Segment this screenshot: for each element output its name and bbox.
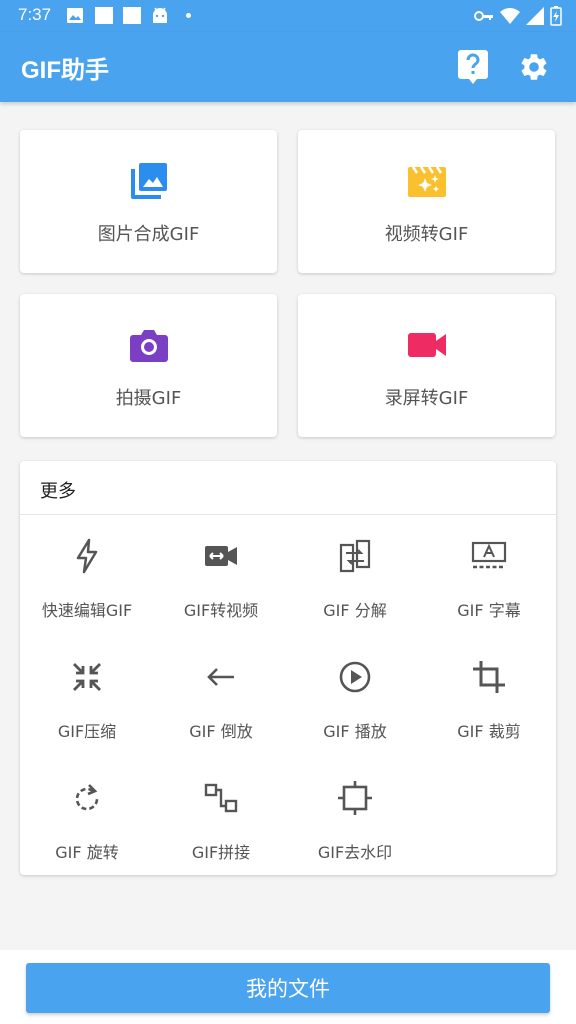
tool-label: GIF 分解 bbox=[323, 601, 387, 620]
tool-quick-edit[interactable]: 快速编辑GIF bbox=[20, 537, 154, 647]
image-icon bbox=[67, 8, 83, 23]
android-icon bbox=[153, 7, 167, 23]
arrow-back-icon bbox=[207, 668, 234, 686]
tool-label: GIF 旋转 bbox=[55, 843, 119, 862]
rotate-icon bbox=[75, 784, 99, 811]
video-convert-icon bbox=[205, 546, 237, 566]
more-title: 更多 bbox=[40, 481, 76, 502]
square-icon bbox=[123, 7, 141, 24]
tool-gif-remove-watermark[interactable]: GIF去水印 bbox=[288, 779, 422, 889]
camera-icon bbox=[129, 330, 168, 362]
settings-button[interactable] bbox=[516, 49, 552, 85]
tool-gif-crop[interactable]: GIF 裁剪 bbox=[422, 658, 556, 768]
help-button[interactable] bbox=[455, 49, 491, 85]
app-bar: GIF助手 bbox=[0, 32, 576, 102]
tool-label: 快速编辑GIF bbox=[41, 601, 133, 620]
bottom-bar: 我的文件 bbox=[0, 950, 576, 1024]
notification-dot bbox=[186, 13, 191, 18]
more-tools-card: 更多 快速编辑GIF GIF转视频 GIF 分解 GIF 字幕 GIF压缩 GI… bbox=[20, 461, 556, 875]
join-icon bbox=[204, 783, 238, 813]
tool-gif-subtitle[interactable]: GIF 字幕 bbox=[422, 537, 556, 647]
feature-card-video-to-gif[interactable]: 视频转GIF bbox=[298, 130, 555, 273]
signal-icon bbox=[526, 7, 544, 25]
feature-card-camera-gif[interactable]: 拍摄GIF bbox=[20, 294, 277, 437]
settings-icon bbox=[521, 54, 547, 80]
feature-label: 拍摄GIF bbox=[115, 388, 182, 409]
split-icon bbox=[339, 539, 371, 573]
tool-label: GIF转视频 bbox=[183, 601, 259, 620]
tool-gif-compress[interactable]: GIF压缩 bbox=[20, 658, 154, 768]
feature-label: 图片合成GIF bbox=[97, 224, 200, 245]
my-files-button[interactable]: 我的文件 bbox=[26, 963, 550, 1013]
status-bar: 7:37 bbox=[0, 0, 576, 32]
feature-card-images-to-gif[interactable]: 图片合成GIF bbox=[20, 130, 277, 273]
app-title: GIF助手 bbox=[21, 57, 109, 84]
divider bbox=[20, 514, 556, 515]
crop-icon bbox=[473, 661, 505, 693]
videocam-icon bbox=[407, 333, 446, 357]
vpn-key-icon bbox=[474, 11, 493, 21]
battery-charging-icon bbox=[550, 6, 562, 26]
flash-icon bbox=[76, 538, 98, 574]
tool-gif-to-video[interactable]: GIF转视频 bbox=[154, 537, 288, 647]
remove-watermark-icon bbox=[338, 781, 372, 815]
tool-gif-join[interactable]: GIF拼接 bbox=[154, 779, 288, 889]
wifi-icon bbox=[500, 8, 520, 24]
tool-label: GIF 裁剪 bbox=[457, 722, 521, 741]
status-time: 7:37 bbox=[18, 5, 52, 24]
movie-filter-icon bbox=[407, 166, 446, 197]
feature-label: 视频转GIF bbox=[384, 224, 469, 245]
feature-label: 录屏转GIF bbox=[384, 388, 469, 409]
tool-gif-split[interactable]: GIF 分解 bbox=[288, 537, 422, 647]
tool-label: GIF拼接 bbox=[191, 843, 251, 862]
tool-label: GIF 播放 bbox=[323, 722, 387, 741]
tool-gif-rotate[interactable]: GIF 旋转 bbox=[20, 779, 154, 889]
help-icon bbox=[458, 50, 488, 84]
tool-label: GIF 倒放 bbox=[189, 722, 253, 741]
play-circle-icon bbox=[339, 661, 371, 693]
tool-label: GIF去水印 bbox=[317, 843, 393, 862]
tool-gif-play[interactable]: GIF 播放 bbox=[288, 658, 422, 768]
feature-card-screen-record-gif[interactable]: 录屏转GIF bbox=[298, 294, 555, 437]
compress-icon bbox=[73, 663, 101, 691]
subtitle-icon bbox=[471, 541, 507, 569]
tool-gif-reverse[interactable]: GIF 倒放 bbox=[154, 658, 288, 768]
tool-label: GIF压缩 bbox=[57, 722, 117, 741]
photo-library-icon bbox=[130, 163, 167, 199]
square-icon bbox=[95, 7, 113, 24]
tool-label: GIF 字幕 bbox=[457, 601, 521, 620]
